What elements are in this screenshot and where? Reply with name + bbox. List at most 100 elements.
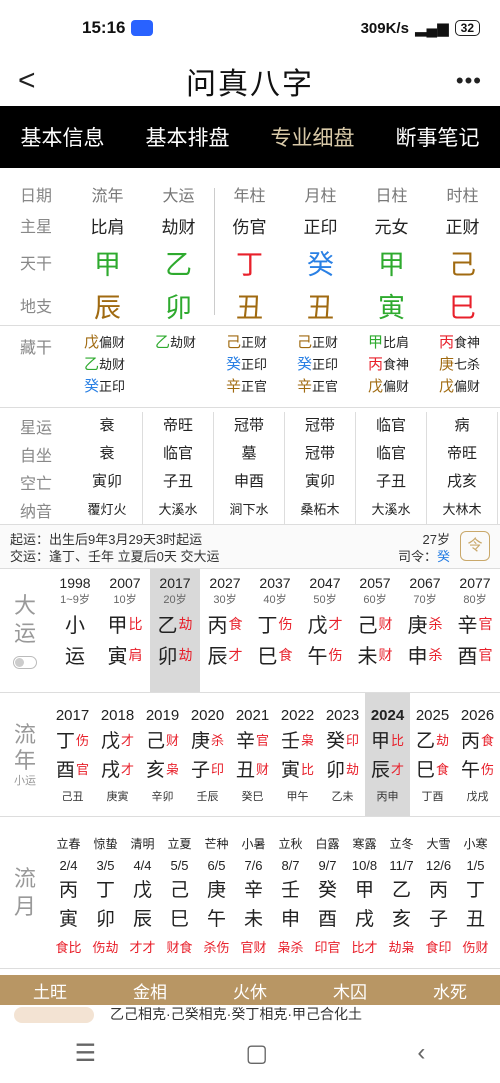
ling-icon[interactable]: 令 [460, 531, 490, 561]
tab-notes[interactable]: 断事笔记 [375, 122, 500, 152]
heavenly-stem: 丁 [236, 249, 263, 280]
star-row: 星运衰帝旺 冠带 冠带 临官病 [0, 412, 500, 440]
canggan-item: 丙食神 [368, 354, 427, 376]
dayun-item[interactable]: 2057 60岁己财未财 [350, 569, 400, 692]
liunian-item[interactable]: 2017 丁伤酉官己丑 [50, 693, 95, 816]
dayun-item[interactable]: 2047 50岁戊才午伤 [300, 569, 350, 692]
home-icon[interactable]: ▢ [245, 1039, 268, 1068]
star-cell: 冠带 [214, 412, 285, 440]
canggan-stem: 丙 [368, 356, 384, 373]
term-date: 12/6 [425, 858, 452, 873]
liuyue-item[interactable]: 白露 9/7 癸酉印官 [309, 817, 346, 968]
xiaoyun-toggle[interactable] [13, 656, 37, 669]
dayun-year: 2047 [309, 575, 341, 591]
star-cell: 大溪水 [143, 496, 214, 524]
dayun-item[interactable]: 2017 20岁乙劫卯劫 [150, 569, 200, 692]
canggan-col: 乙劫财 [143, 332, 214, 407]
liunian-year: 2023 [325, 707, 360, 724]
shishen-tag: 比 [301, 762, 315, 777]
qiyun-change: 交运：逢丁、壬年 立夏后0天 交大运 [10, 549, 220, 564]
month-shishen: 枭杀 [277, 940, 304, 955]
liuyue-item[interactable]: 大雪 12/6 丙子食印 [420, 817, 457, 968]
dayun-item[interactable]: 2067 70岁庚杀申杀 [400, 569, 450, 692]
month-stem: 壬 [280, 880, 300, 901]
month-branch: 午 [206, 909, 226, 930]
solar-term: 清明 [130, 837, 155, 851]
dayun-item[interactable]: 1998 1~9岁小运 [50, 569, 100, 692]
month-stem: 癸 [317, 880, 337, 901]
solar-term: 大雪 [426, 837, 451, 851]
menu-icon[interactable]: ☰ [75, 1039, 97, 1068]
dayun-item[interactable]: 2037 40岁丁伤巳食 [250, 569, 300, 692]
ganzhi-char: 甲 [370, 731, 390, 752]
dayun-age: 70岁 [413, 594, 437, 606]
liunian-item[interactable]: 2024 甲比辰才丙申 [365, 693, 410, 816]
tab-pro-chart[interactable]: 专业细盘 [250, 122, 375, 152]
liuyue-item[interactable]: 清明 4/4 戊辰才才 [124, 817, 161, 968]
heavenly-stem: 癸 [307, 249, 334, 280]
xiaoyun-label: 小运 [14, 774, 36, 787]
liunian-year: 2025 [415, 707, 450, 724]
star-cell: 冠带 [285, 440, 356, 468]
dayun-item[interactable]: 2077 80岁辛官酉官 [450, 569, 500, 692]
canggan-item: 乙劫财 [155, 332, 214, 354]
liunian-item[interactable]: 2026 丙食午伤戊戌 [455, 693, 500, 816]
back-nav-icon[interactable]: ‹ [417, 1039, 425, 1067]
liuyue-item[interactable]: 立冬 11/7 乙亥劫枭 [383, 817, 420, 968]
liuyue-item[interactable]: 立秋 8/7 壬申枭杀 [272, 817, 309, 968]
term-date: 9/7 [318, 858, 337, 873]
wuxing-wood: 木囚 [333, 982, 367, 1002]
canggan-shishen: 正官 [241, 379, 268, 394]
row-label-canggan: 藏干 [19, 340, 52, 357]
star-cell: 临官 [143, 440, 214, 468]
star-cell: 大林木 [427, 496, 498, 524]
canggan-shishen: 食神 [383, 357, 410, 372]
back-icon[interactable]: < [18, 64, 48, 98]
star-cell: 帝旺 [143, 412, 214, 440]
liunian-item[interactable]: 2019 己财亥枭辛卯 [140, 693, 185, 816]
liunian-item[interactable]: 2025 乙劫巳食丁酉 [410, 693, 455, 816]
dayun-item[interactable]: 2027 30岁丙食辰才 [200, 569, 250, 692]
more-icon[interactable]: ••• [452, 68, 482, 94]
star-cell: 戌亥 [427, 468, 498, 496]
ganzhi-char: 午 [460, 760, 480, 781]
term-date: 8/7 [281, 858, 300, 873]
liunian-item[interactable]: 2023 癸印卯劫乙未 [320, 693, 365, 816]
liunian-item[interactable]: 2021 辛官丑财癸巳 [230, 693, 275, 816]
liunian-xiaoyun: 辛卯 [151, 791, 174, 803]
ganzhi: 子印 [185, 755, 230, 782]
canggan-shishen: 偏财 [99, 335, 126, 350]
month-branch: 酉 [317, 909, 337, 930]
canggan-stem: 甲 [368, 334, 384, 351]
liuyue-item[interactable]: 立春 2/4 丙寅食比 [50, 817, 87, 968]
liunian-item[interactable]: 2022 壬枭寅比甲午 [275, 693, 320, 816]
liuyue-item[interactable]: 小寒 1/5 丁丑伤财 [457, 817, 494, 968]
term-date: 2/4 [59, 858, 78, 873]
liunian-item[interactable]: 2018 戊才戌才庚寅 [95, 693, 140, 816]
canggan-shishen: 正财 [241, 335, 268, 350]
ganzhi: 戊才 [300, 609, 350, 638]
month-stem: 丁 [465, 880, 485, 901]
tab-basic-chart[interactable]: 基本排盘 [125, 122, 250, 152]
shishen-tag: 官 [478, 615, 493, 632]
liuyue-item[interactable]: 芒种 6/5 庚午杀伤 [198, 817, 235, 968]
liuyue-item[interactable]: 立夏 5/5 己巳财食 [161, 817, 198, 968]
term-date: 11/7 [389, 858, 414, 873]
solar-term: 立冬 [389, 837, 414, 851]
liuyue-item[interactable]: 小暑 7/6 辛未官财 [235, 817, 272, 968]
relations-tag[interactable] [14, 1007, 94, 1023]
tab-basic-info[interactable]: 基本信息 [0, 122, 125, 152]
ganzhi-char: 癸 [325, 731, 345, 752]
month-shishen: 杀伤 [203, 940, 230, 955]
ganzhi: 丙食 [200, 609, 250, 638]
liuyue-item[interactable]: 惊蛰 3/5 丁卯伤劫 [87, 817, 124, 968]
liunian-year: 2017 [55, 707, 90, 724]
star-cell: 子丑 [143, 468, 214, 496]
liunian-item[interactable]: 2020 庚杀子印壬辰 [185, 693, 230, 816]
canggan-col: 己正财 癸正印 辛正官 [285, 332, 356, 407]
term-date: 5/5 [170, 858, 189, 873]
ganzhi-char: 申 [407, 646, 428, 668]
liuyue-item[interactable]: 寒露 10/8 甲戌比才 [346, 817, 383, 968]
month-shishen: 才才 [129, 940, 156, 955]
dayun-item[interactable]: 2007 10岁甲比寅肩 [100, 569, 150, 692]
